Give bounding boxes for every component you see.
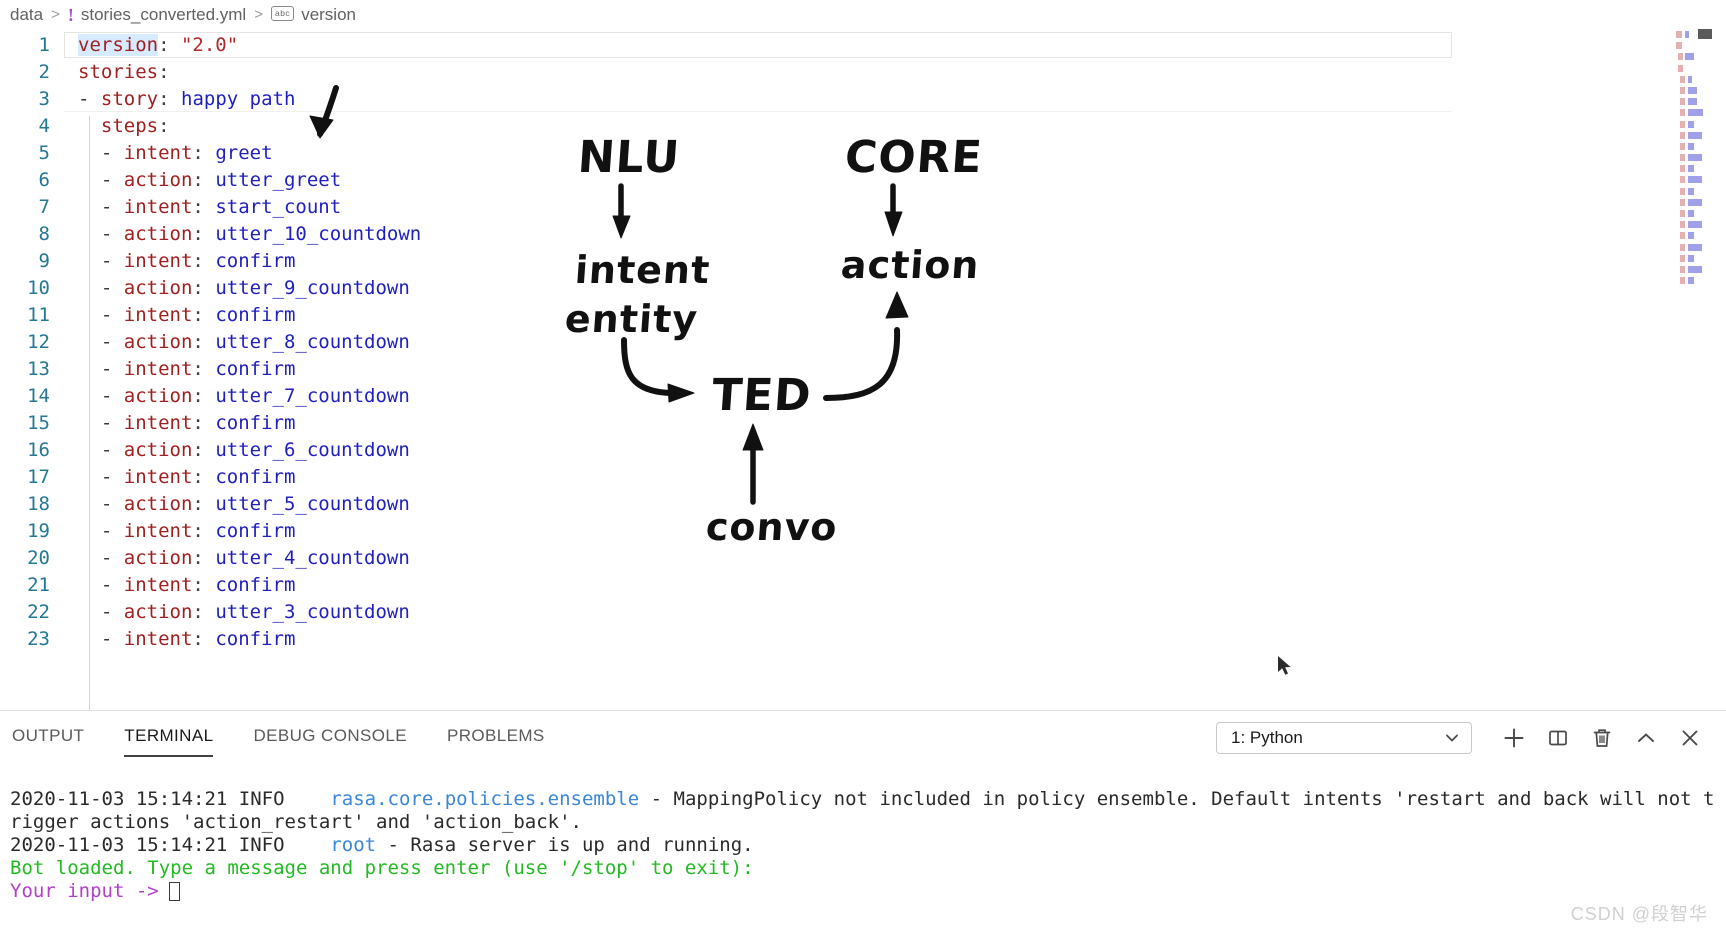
code-line[interactable]: - intent: start_count	[78, 194, 421, 221]
line-number: 3	[38, 88, 50, 110]
line-number: 14	[27, 385, 50, 407]
breadcrumb-item-folder[interactable]: data	[10, 5, 43, 25]
line-number: 4	[38, 115, 50, 137]
code-line[interactable]: - intent: confirm	[78, 356, 421, 383]
log-logger: rasa.core.policies.ensemble	[330, 788, 640, 810]
code-line[interactable]: - intent: confirm	[78, 518, 421, 545]
minimap[interactable]	[1676, 29, 1712, 710]
breadcrumb-separator-icon-2: >	[254, 6, 263, 23]
plus-icon	[1504, 728, 1524, 748]
terminal-log-line: 2020-11-03 15:14:21 INFO root - Rasa ser…	[10, 834, 1716, 857]
tab-debug-console[interactable]: DEBUG CONSOLE	[253, 726, 407, 751]
terminal-status-line: Bot loaded. Type a message and press ent…	[10, 857, 754, 879]
line-number: 5	[38, 142, 50, 164]
code-line[interactable]: - intent: confirm	[78, 410, 421, 437]
code-line[interactable]: - intent: confirm	[78, 572, 421, 599]
tab-problems[interactable]: PROBLEMS	[447, 726, 545, 751]
code-line[interactable]: - intent: greet	[78, 140, 421, 167]
line-number: 8	[38, 223, 50, 245]
code-line[interactable]: - action: utter_7_countdown	[78, 383, 421, 410]
terminal-cursor[interactable]	[168, 882, 180, 901]
line-number: 1	[38, 34, 50, 56]
line-number: 17	[27, 466, 50, 488]
panel-tab-bar: OUTPUT TERMINAL DEBUG CONSOLE PROBLEMS 1…	[0, 711, 1726, 766]
line-number: 15	[27, 412, 50, 434]
line-number: 18	[27, 493, 50, 515]
chevron-down-icon	[1446, 734, 1458, 742]
breadcrumb-symbol-label: version	[301, 4, 356, 24]
new-terminal-button[interactable]	[1492, 720, 1536, 756]
line-number: 6	[38, 169, 50, 191]
code-line[interactable]: - intent: confirm	[78, 464, 421, 491]
code-line[interactable]: stories:	[78, 59, 421, 86]
tab-terminal[interactable]: TERMINAL	[124, 726, 214, 757]
terminal-log-line: 2020-11-03 15:14:21 INFO rasa.core.polic…	[10, 788, 1716, 834]
split-panel-icon	[1549, 730, 1567, 746]
line-number: 10	[27, 277, 50, 299]
line-number: 9	[38, 250, 50, 272]
code-line[interactable]: - intent: confirm	[78, 626, 421, 653]
terminal-select-dropdown[interactable]: 1: Python	[1216, 722, 1472, 754]
code-line[interactable]: steps:	[78, 113, 421, 140]
code-line[interactable]: - action: utter_9_countdown	[78, 275, 421, 302]
terminal-select-value: 1: Python	[1231, 728, 1303, 747]
line-number-gutter: 1 2 3 4 5 6 7 8 9 10 11 12 13 14 15 16 17 18 19 20 21 22 23	[0, 29, 64, 710]
split-terminal-button[interactable]	[1536, 720, 1580, 756]
code-content[interactable]: version: "2.0" stories: - story: happy pat…	[78, 32, 421, 653]
maximize-panel-button[interactable]	[1624, 720, 1668, 756]
watermark: CSDN @段智华	[1570, 904, 1708, 924]
breadcrumb-separator-icon: >	[51, 6, 60, 23]
line-number: 16	[27, 439, 50, 461]
code-line[interactable]: - action: utter_10_countdown	[78, 221, 421, 248]
code-line[interactable]: - action: utter_5_countdown	[78, 491, 421, 518]
line-number: 21	[27, 574, 50, 596]
code-line[interactable]: - action: utter_4_countdown	[78, 545, 421, 572]
log-timestamp: 2020-11-03 15:14:21 INFO	[10, 834, 285, 856]
breadcrumb: data > ! stories_converted.yml > abc ver…	[0, 0, 1726, 29]
line-number: 23	[27, 628, 50, 650]
breadcrumb-item-symbol[interactable]: abc version	[270, 4, 356, 25]
code-line[interactable]: - intent: confirm	[78, 248, 421, 275]
mouse-pointer-icon	[1278, 656, 1291, 675]
chevron-up-icon	[1638, 733, 1654, 742]
close-icon	[1682, 730, 1698, 746]
code-editor[interactable]: 1 2 3 4 5 6 7 8 9 10 11 12 13 14 15 16 17 18 19 20 21 22 23 ve…	[0, 29, 1726, 710]
code-line[interactable]: - story: happy path	[78, 86, 421, 113]
line-number: 22	[27, 601, 50, 623]
line-number: 19	[27, 520, 50, 542]
code-line[interactable]: - intent: confirm	[78, 302, 421, 329]
bottom-panel: OUTPUT TERMINAL DEBUG CONSOLE PROBLEMS 1…	[0, 710, 1726, 937]
breadcrumb-item-file[interactable]: ! stories_converted.yml	[68, 5, 246, 25]
line-number: 11	[27, 304, 50, 326]
code-line[interactable]: version: "2.0"	[78, 32, 421, 59]
close-panel-button[interactable]	[1668, 720, 1712, 756]
line-number: 20	[27, 547, 50, 569]
terminal-prompt-line: Your input ->	[10, 880, 1716, 903]
code-line[interactable]: - action: utter_3_countdown	[78, 599, 421, 626]
panel-action-bar: 1: Python	[1216, 720, 1712, 756]
trash-icon	[1593, 729, 1611, 747]
terminal-output[interactable]: 2020-11-03 15:14:21 INFO rasa.core.polic…	[0, 766, 1726, 937]
scrollbar-thumb[interactable]	[1698, 29, 1712, 39]
minimap-slider[interactable]	[1698, 29, 1712, 710]
code-line[interactable]: - action: utter_greet	[78, 167, 421, 194]
log-logger: root	[330, 834, 377, 856]
yaml-file-icon: !	[67, 4, 74, 25]
line-number: 2	[38, 61, 50, 83]
log-timestamp: 2020-11-03 15:14:21 INFO	[10, 788, 285, 810]
string-symbol-icon: abc	[270, 6, 295, 21]
code-line[interactable]: - action: utter_6_countdown	[78, 437, 421, 464]
line-number: 7	[38, 196, 50, 218]
line-number: 13	[27, 358, 50, 380]
line-number: 12	[27, 331, 50, 353]
breadcrumb-file-label: stories_converted.yml	[80, 4, 247, 24]
code-line[interactable]: - action: utter_8_countdown	[78, 329, 421, 356]
breadcrumb-folder-label: data	[10, 4, 44, 24]
tab-output[interactable]: OUTPUT	[12, 726, 84, 751]
kill-terminal-button[interactable]	[1580, 720, 1624, 756]
log-message: - Rasa server is up and running.	[387, 834, 754, 856]
